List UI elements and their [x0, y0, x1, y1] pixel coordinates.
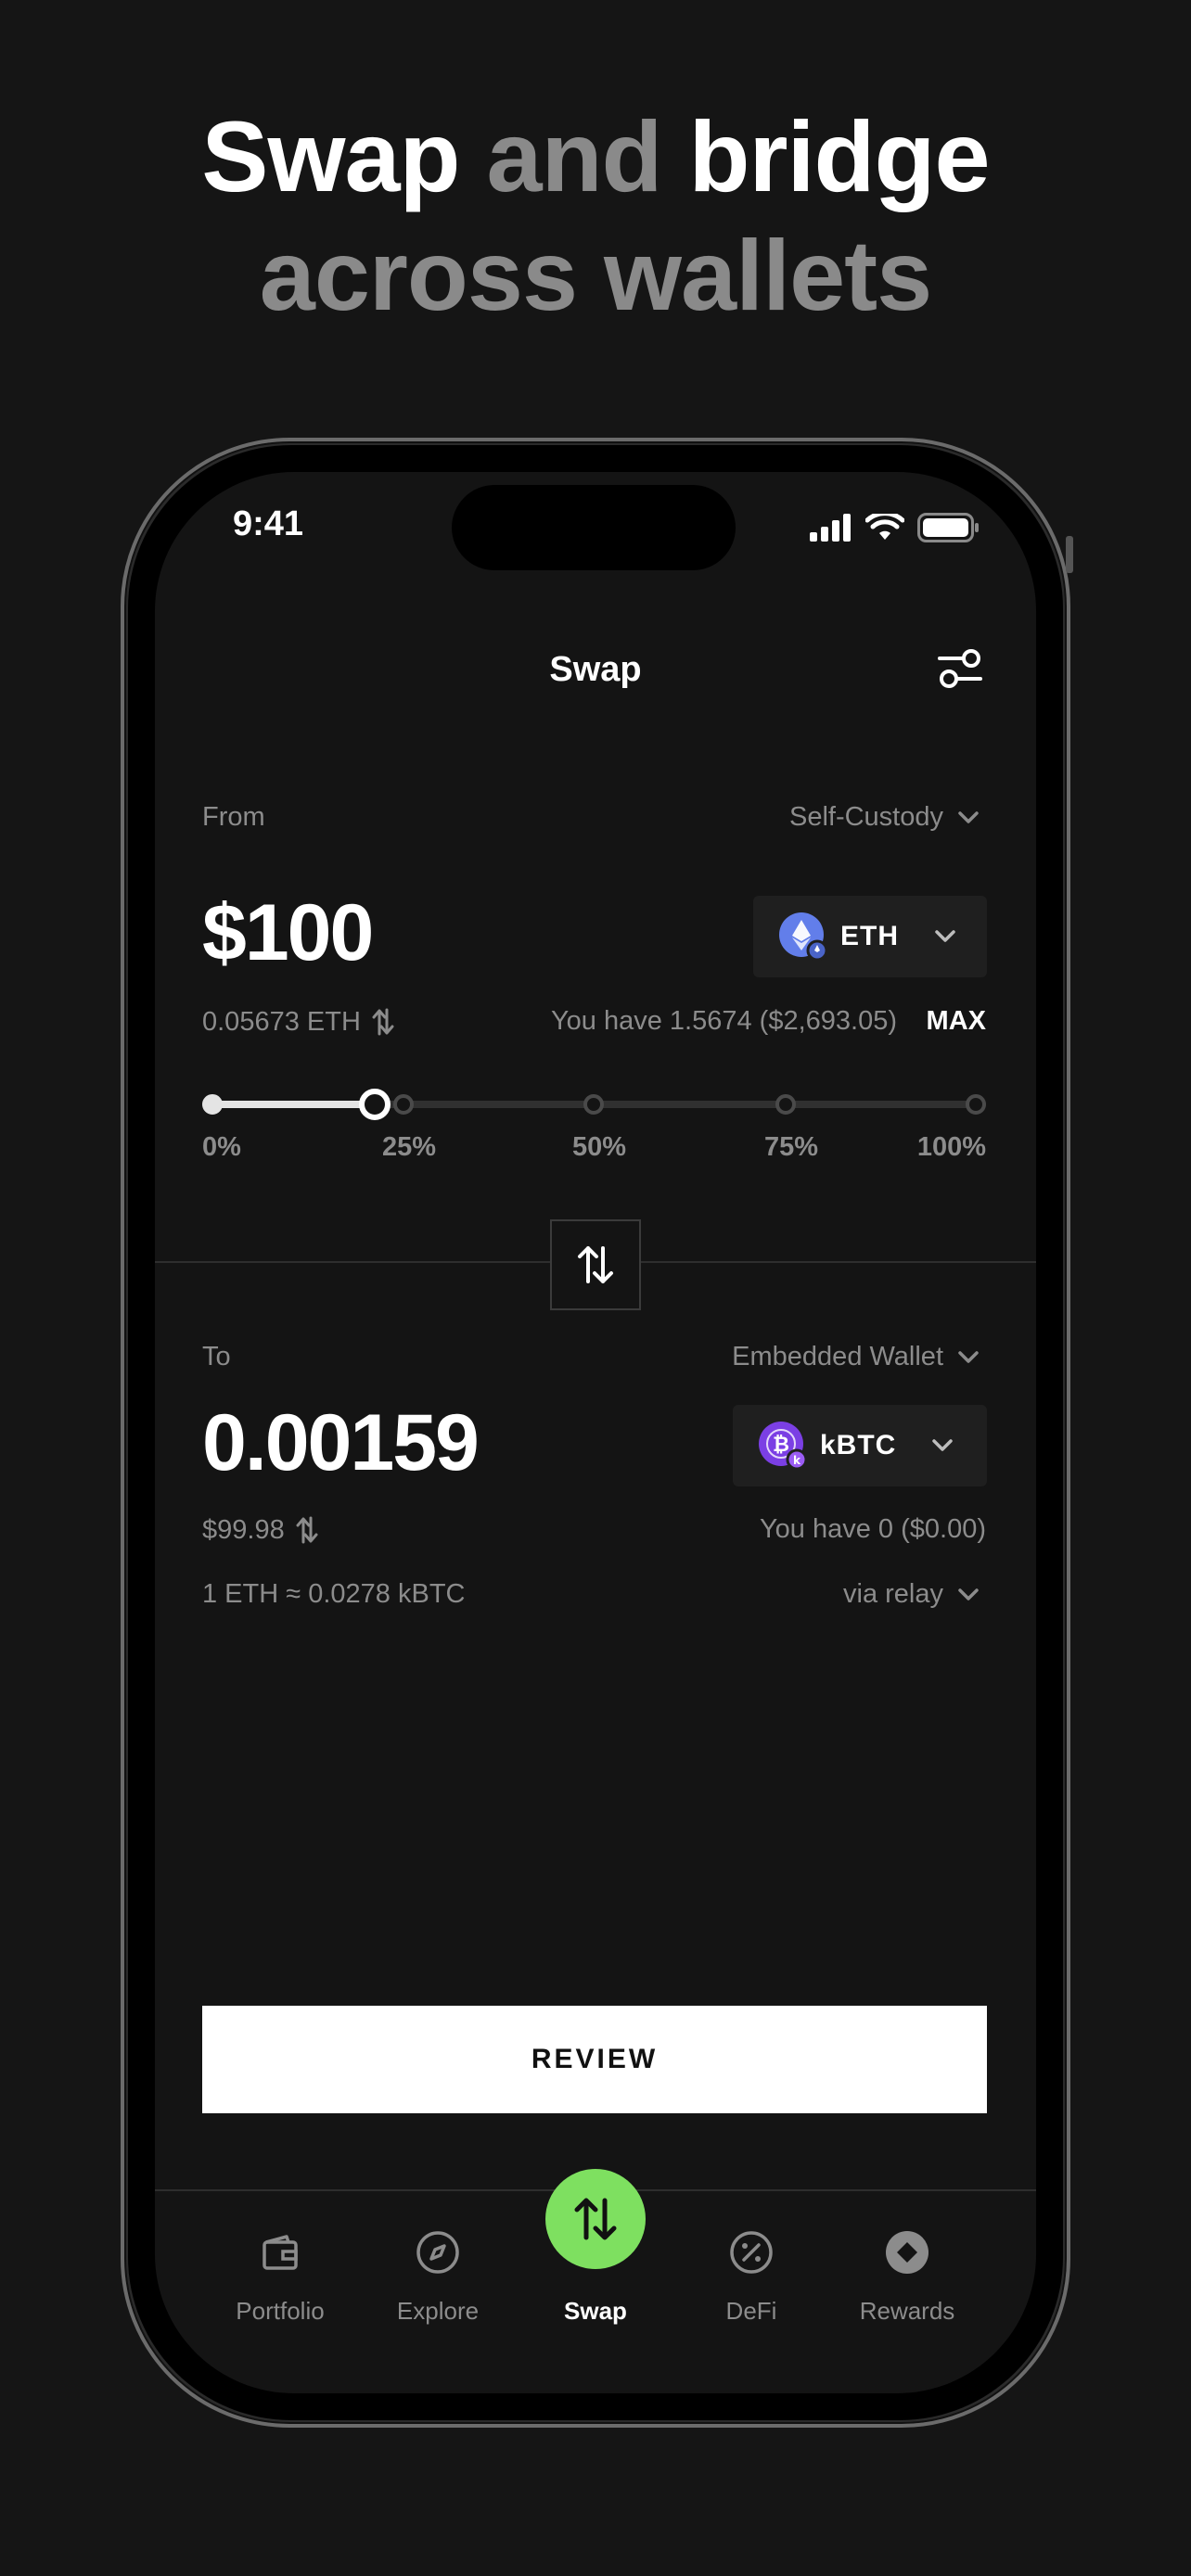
status-time: 9:41: [233, 504, 304, 543]
from-amount-input[interactable]: $100: [202, 887, 374, 979]
slider-label-0: 0%: [202, 1132, 241, 1162]
tab-label-swap: Swap: [564, 2297, 627, 2325]
slider-mark-50[interactable]: [583, 1094, 604, 1115]
route-selector[interactable]: via relay: [843, 1579, 979, 1610]
from-wallet-selector[interactable]: Self-Custody: [789, 802, 979, 833]
from-token-selector[interactable]: ETH: [753, 896, 987, 977]
to-token-selector[interactable]: ₿ k kBTC: [733, 1405, 987, 1486]
tab-swap[interactable]: Swap: [517, 2215, 674, 2326]
compass-icon: [416, 2231, 459, 2274]
slider-mark-100[interactable]: [966, 1094, 986, 1115]
svg-text:₿: ₿: [773, 1434, 789, 1457]
slider-mark-0[interactable]: [202, 1094, 223, 1115]
from-sub-amount: 0.05673 ETH: [202, 1006, 361, 1037]
slider-fill: [212, 1101, 376, 1108]
eth-token-icon: [779, 912, 827, 961]
slider-label-25: 25%: [382, 1132, 437, 1162]
review-button[interactable]: REVIEW: [202, 2006, 987, 2113]
slider-label-75: 75%: [764, 1132, 819, 1162]
to-wallet-selector[interactable]: Embedded Wallet: [732, 1342, 979, 1372]
tab-label-rewards: Rewards: [859, 2297, 955, 2325]
wifi-icon: [865, 514, 904, 540]
hero-line-2: across wallets: [259, 219, 932, 331]
tab-label-explore: Explore: [396, 2297, 480, 2325]
tab-defi[interactable]: DeFi: [672, 2215, 830, 2326]
hero-word-and: and: [486, 100, 663, 212]
to-token-name: kBTC: [820, 1430, 897, 1460]
swap-vertical-small-icon: [372, 1008, 394, 1036]
wallet-icon: [263, 2235, 298, 2270]
to-balance: You have 0 ($0.00): [759, 1514, 986, 1544]
tab-label-portfolio: Portfolio: [236, 2297, 325, 2325]
phone-side-button: [1066, 536, 1073, 573]
to-wallet-name: Embedded Wallet: [732, 1342, 943, 1371]
cellular-signal-icon: [810, 514, 851, 542]
from-sub-amount-toggle[interactable]: 0.05673 ETH: [202, 1006, 396, 1038]
exchange-rate: 1 ETH ≈ 0.0278 kBTC: [202, 1579, 466, 1609]
slider-mark-25[interactable]: [393, 1094, 414, 1115]
tab-portfolio[interactable]: Portfolio: [201, 2215, 359, 2326]
hero-word-swap: Swap: [201, 100, 460, 212]
slider-label-100: 100%: [916, 1132, 986, 1162]
hero-heading: Swap and bridge across wallets: [0, 97, 1191, 335]
tab-rewards[interactable]: Rewards: [828, 2215, 986, 2326]
slider-mark-75[interactable]: [775, 1094, 796, 1115]
swap-direction-button[interactable]: [550, 1219, 641, 1310]
hero-word-bridge: bridge: [688, 100, 991, 212]
from-wallet-name: Self-Custody: [788, 802, 943, 832]
status-icons: [810, 513, 979, 542]
chevron-down-icon: [935, 930, 955, 942]
screen-title: Swap: [549, 650, 642, 689]
to-label: To: [202, 1342, 231, 1371]
from-balance: You have 1.5674 ($2,693.05): [550, 1006, 897, 1036]
kbtc-token-icon: ₿ k: [759, 1422, 807, 1470]
swap-vertical-icon: [578, 1246, 613, 1283]
from-token-name: ETH: [840, 921, 899, 951]
dynamic-island: [452, 485, 736, 570]
svg-text:k: k: [793, 1454, 801, 1467]
to-amount: 0.00159: [202, 1398, 480, 1487]
slider-thumb[interactable]: [359, 1089, 391, 1120]
tab-label-defi: DeFi: [725, 2297, 777, 2325]
settings-sliders-button[interactable]: [936, 644, 984, 693]
tab-explore[interactable]: Explore: [359, 2215, 517, 2326]
diamond-icon: [886, 2231, 928, 2274]
chevron-down-icon: [932, 1439, 954, 1451]
route-name: via relay: [843, 1579, 943, 1609]
sliders-icon: [938, 649, 982, 688]
from-label: From: [202, 802, 265, 832]
chevron-down-icon: [958, 1588, 979, 1600]
chevron-down-icon: [958, 810, 979, 823]
percent-icon: [730, 2231, 773, 2274]
phone-screen: 9:41 Swap From Self-Custody $100 ETH 0.0…: [155, 472, 1036, 2393]
chevron-down-icon: [958, 1350, 979, 1363]
slider-label-50: 50%: [572, 1132, 627, 1162]
max-button[interactable]: MAX: [927, 1006, 986, 1037]
to-sub-amount-toggle[interactable]: $99.98: [202, 1514, 320, 1546]
battery-icon: [917, 513, 979, 542]
hero-line-1: Swap and bridge: [0, 97, 1191, 216]
swap-vertical-small-icon: [296, 1516, 318, 1544]
to-sub-amount: $99.98: [202, 1514, 285, 1545]
